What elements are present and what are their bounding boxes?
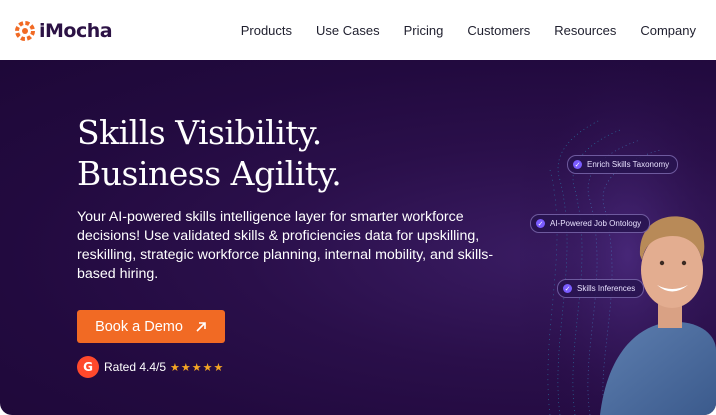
- tag-enrich-skills: ✓ Enrich Skills Taxonomy: [567, 155, 679, 174]
- tag-skills-inferences: ✓ Skills Inferences: [557, 279, 645, 298]
- check-icon: ✓: [536, 219, 545, 228]
- page-frame: iMocha Products Use Cases Pricing Custom…: [0, 0, 716, 415]
- nav-pricing[interactable]: Pricing: [404, 23, 444, 38]
- tag-job-ontology: ✓ AI-Powered Job Ontology: [530, 214, 651, 233]
- rating-text: Rated 4.4/5: [104, 360, 167, 374]
- main-menu: Products Use Cases Pricing Customers Res…: [241, 0, 716, 60]
- headline-line-2: Business Agility.: [77, 154, 342, 193]
- arrow-up-right-icon: [196, 321, 206, 332]
- logo[interactable]: iMocha: [14, 20, 113, 42]
- nav-company[interactable]: Company: [640, 23, 696, 38]
- hero-description: Your AI-powered skills intelligence laye…: [77, 209, 494, 282]
- top-navbar: iMocha Products Use Cases Pricing Custom…: [0, 0, 716, 60]
- nav-resources[interactable]: Resources: [554, 23, 616, 38]
- tag-label: Enrich Skills Taxonomy: [587, 160, 670, 169]
- nav-use-cases[interactable]: Use Cases: [316, 23, 380, 38]
- hero-headline: Skills Visibility. Business Agility.: [77, 112, 342, 194]
- logo-text: iMocha: [39, 20, 113, 42]
- check-icon: ✓: [563, 284, 572, 293]
- tag-label: AI-Powered Job Ontology: [550, 219, 642, 228]
- book-demo-label: Book a Demo: [95, 318, 183, 335]
- headline-line-1: Skills Visibility.: [77, 113, 322, 152]
- g2-badge-icon: G: [77, 356, 99, 378]
- book-demo-button[interactable]: Book a Demo: [77, 310, 225, 343]
- nav-customers[interactable]: Customers: [467, 23, 530, 38]
- imocha-logo-icon: [15, 21, 35, 41]
- hero-section: Skills Visibility. Business Agility. You…: [0, 60, 716, 415]
- check-icon: ✓: [573, 160, 582, 169]
- nav-products[interactable]: Products: [241, 23, 292, 38]
- hero-illustration: ✓ Enrich Skills Taxonomy ✓ AI-Powered Jo…: [520, 60, 716, 415]
- particle-wave-graphic: [520, 60, 716, 415]
- rating-row: G Rated 4.4/5 ★★★★★: [77, 356, 224, 378]
- rating-stars: ★★★★★: [170, 361, 225, 374]
- tag-label: Skills Inferences: [577, 284, 636, 293]
